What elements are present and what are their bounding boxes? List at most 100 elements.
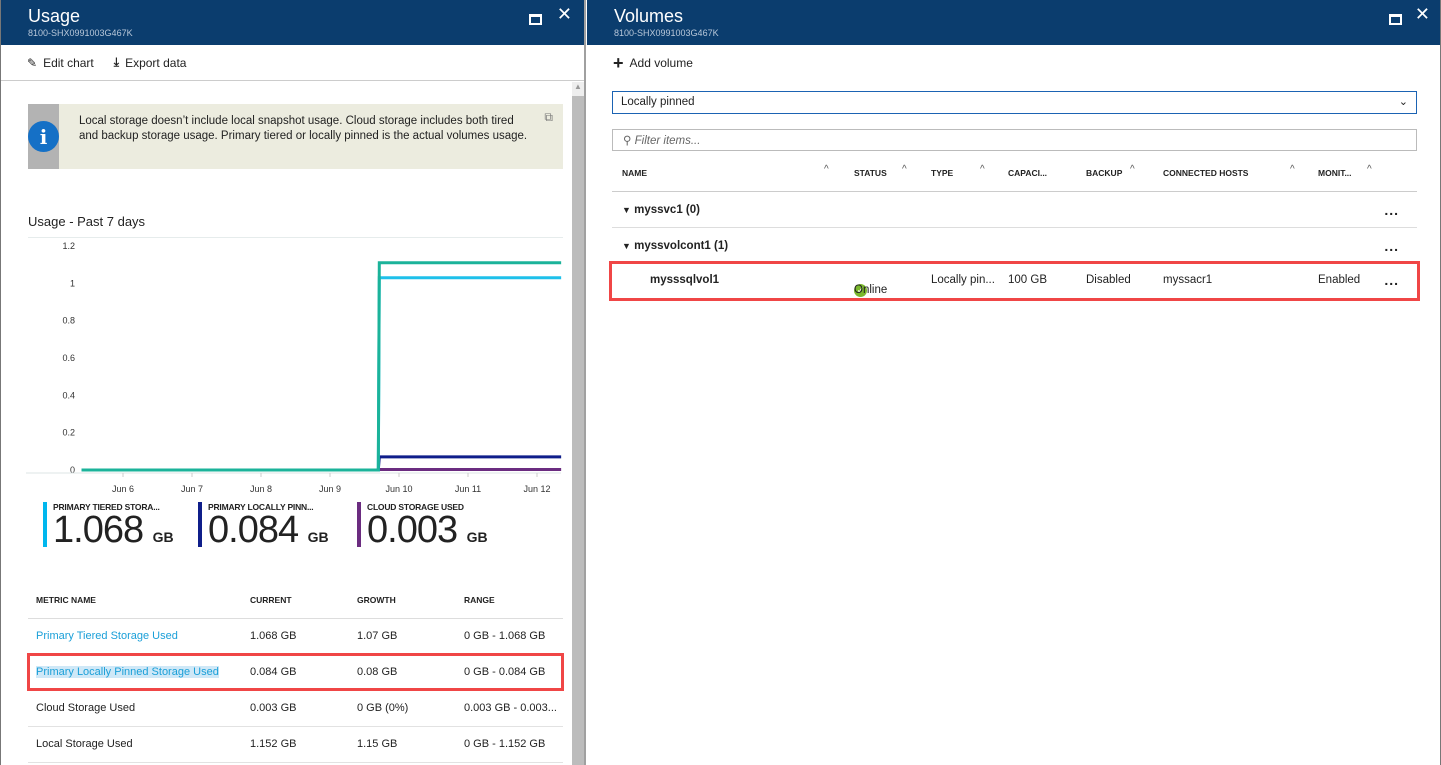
y-tick-label: 0.8 xyxy=(62,316,75,326)
tile-unit: GB xyxy=(307,529,329,545)
col-type[interactable]: TYPE xyxy=(931,168,953,178)
tile-value: 1.068 xyxy=(53,509,144,551)
volume-row[interactable]: mysssqlvol1 ✓ Online Locally pin... 100 G… xyxy=(609,261,1420,301)
cell: 0.003 GB xyxy=(242,690,349,727)
tile-unit: GB xyxy=(152,529,174,545)
col-metric-name[interactable]: METRIC NAME xyxy=(28,582,242,619)
y-tick-label: 0.6 xyxy=(62,353,75,363)
x-tick-label: Jun 10 xyxy=(385,484,412,494)
cell: 0 GB - 1.068 GB xyxy=(456,618,563,655)
col-monitoring[interactable]: MONIT... xyxy=(1318,168,1352,178)
tile-primary-tiered[interactable]: PRIMARY TIERED STORA... 1.068 GB xyxy=(43,502,174,549)
tile-cloud-storage[interactable]: CLOUD STORAGE USED 0.003 GB xyxy=(357,502,488,549)
more-icon[interactable]: ... xyxy=(1384,272,1399,288)
info-icon: i xyxy=(28,121,59,152)
x-tick-label: Jun 6 xyxy=(112,484,134,494)
blade-subtitle: 8100-SHX0991003G467K xyxy=(28,28,133,38)
sort-icon[interactable]: ^ xyxy=(1130,164,1135,175)
cell: 0.08 GB xyxy=(349,654,456,691)
download-icon: ⤓ xyxy=(113,55,120,69)
metrics-table: METRIC NAME CURRENT GROWTH RANGE Primary Ti… xyxy=(27,582,564,763)
usage-chart: 00.20.40.60.811.2Jun 6 Jun 7 Jun 8 Jun 9 Jun… xyxy=(26,241,562,494)
add-volume-label: Add volume xyxy=(629,56,693,70)
sort-icon[interactable]: ^ xyxy=(1290,164,1295,175)
sort-icon[interactable]: ^ xyxy=(824,164,829,175)
volumes-header: Volumes 8100-SHX0991003G467K ✕ xyxy=(587,0,1440,45)
plus-icon: + xyxy=(613,52,624,73)
maximize-icon[interactable] xyxy=(1389,9,1402,30)
group-row[interactable]: ▼ myssvolcont1 (1)... xyxy=(612,228,1417,264)
chevron-down-icon: ⌄ xyxy=(1398,96,1408,108)
x-tick-label: Jun 7 xyxy=(181,484,203,494)
volumes-table: NAME ^ STATUS ^ TYPE ^ CAPACI... BACKUP ^ CO… xyxy=(609,155,1420,301)
volume-capacity: 100 GB xyxy=(1008,274,1047,286)
volume-type-dropdown[interactable]: Locally pinned ⌄ xyxy=(612,91,1417,114)
table-row[interactable]: Cloud Storage Used 0.003 GB 0 GB (0%) 0.003… xyxy=(28,690,563,727)
col-connected-hosts[interactable]: CONNECTED HOSTS xyxy=(1163,168,1248,178)
sort-icon[interactable]: ^ xyxy=(1367,164,1372,175)
blade-title: Volumes xyxy=(614,6,684,26)
volume-monitoring: Enabled xyxy=(1318,274,1361,286)
tile-primary-pinned[interactable]: PRIMARY LOCALLY PINN... 0.084 GB xyxy=(198,502,329,549)
series-line xyxy=(81,261,562,472)
col-growth[interactable]: GROWTH xyxy=(349,582,456,619)
blade-title: Usage xyxy=(28,6,81,26)
caret-down-icon: ▼ xyxy=(622,241,631,251)
close-icon[interactable]: ✕ xyxy=(557,4,572,25)
table-row[interactable]: Local Storage Used 1.152 GB 1.15 GB 0 GB - … xyxy=(28,726,563,763)
cell: 0 GB (0%) xyxy=(349,690,456,727)
close-icon[interactable]: ✕ xyxy=(1415,4,1430,25)
y-tick-label: 0.2 xyxy=(62,428,75,438)
col-name[interactable]: NAME xyxy=(622,168,647,178)
maximize-icon[interactable] xyxy=(529,9,542,30)
dropdown-value: Locally pinned xyxy=(621,96,695,108)
col-range[interactable]: RANGE xyxy=(456,582,563,619)
metric-link[interactable]: Primary Tiered Storage Used xyxy=(36,630,178,642)
caret-down-icon: ▼ xyxy=(622,205,631,215)
cell: 1.07 GB xyxy=(349,618,456,655)
scrollbar[interactable]: ▲ xyxy=(572,82,584,765)
edit-chart-button[interactable]: ✎ Edit chart xyxy=(27,56,94,70)
table-row[interactable]: Primary Tiered Storage Used 1.068 GB 1.07 … xyxy=(28,618,563,655)
group-name: myssvc1 (0) xyxy=(634,204,700,216)
more-icon[interactable]: ... xyxy=(1384,202,1399,218)
info-text: Local storage doesn’t include local snap… xyxy=(79,115,528,142)
col-status[interactable]: STATUS xyxy=(854,168,887,178)
external-link-icon[interactable]: ⧉ xyxy=(544,110,553,125)
col-backup[interactable]: BACKUP xyxy=(1086,168,1122,178)
metric-link[interactable]: Primary Locally Pinned Storage Used xyxy=(36,666,219,678)
group-row[interactable]: ▼ myssvc1 (0)... xyxy=(612,192,1417,228)
add-volume-button[interactable]: + Add volume xyxy=(613,53,693,74)
sort-icon[interactable]: ^ xyxy=(902,164,907,175)
cell: 0.084 GB xyxy=(242,654,349,691)
volume-backup: Disabled xyxy=(1086,274,1131,286)
table-row-highlighted[interactable]: Primary Locally Pinned Storage Used 0.084… xyxy=(27,653,564,691)
more-icon[interactable]: ... xyxy=(1384,238,1399,254)
search-icon: ⚲ xyxy=(623,135,632,147)
usage-header: Usage 8100-SHX0991003G467K ✕ xyxy=(1,0,584,45)
col-current[interactable]: CURRENT xyxy=(242,582,349,619)
x-tick-label: Jun 12 xyxy=(523,484,550,494)
cell: 0.003 GB - 0.003... xyxy=(456,690,563,727)
cell: 1.068 GB xyxy=(242,618,349,655)
chart-title: Usage - Past 7 days xyxy=(28,214,146,229)
group-name: myssvolcont1 (1) xyxy=(634,240,729,252)
tile-unit: GB xyxy=(466,529,488,545)
volume-hosts: myssacr1 xyxy=(1163,274,1213,286)
cell: 0 GB - 1.152 GB xyxy=(456,726,563,763)
filter-placeholder: Filter items... xyxy=(634,135,701,147)
usage-blade: Usage 8100-SHX0991003G467K ✕ ✎ Edit chart… xyxy=(0,0,586,765)
sort-icon[interactable]: ^ xyxy=(980,164,985,175)
col-capacity[interactable]: CAPACI... xyxy=(1008,168,1047,178)
metric-name: Cloud Storage Used xyxy=(28,690,242,727)
volume-name: mysssqlvol1 xyxy=(650,274,720,286)
export-data-label: Export data xyxy=(125,55,187,70)
filter-input[interactable]: ⚲ Filter items... xyxy=(612,129,1417,151)
pencil-icon: ✎ xyxy=(27,55,38,70)
export-data-button[interactable]: ⤓ Export data xyxy=(114,55,187,70)
x-tick-label: Jun 8 xyxy=(250,484,272,494)
volume-type: Locally pin... xyxy=(931,274,995,286)
series-line xyxy=(81,276,562,472)
x-tick-label: Jun 11 xyxy=(455,484,481,494)
edit-chart-label: Edit chart xyxy=(43,55,94,70)
